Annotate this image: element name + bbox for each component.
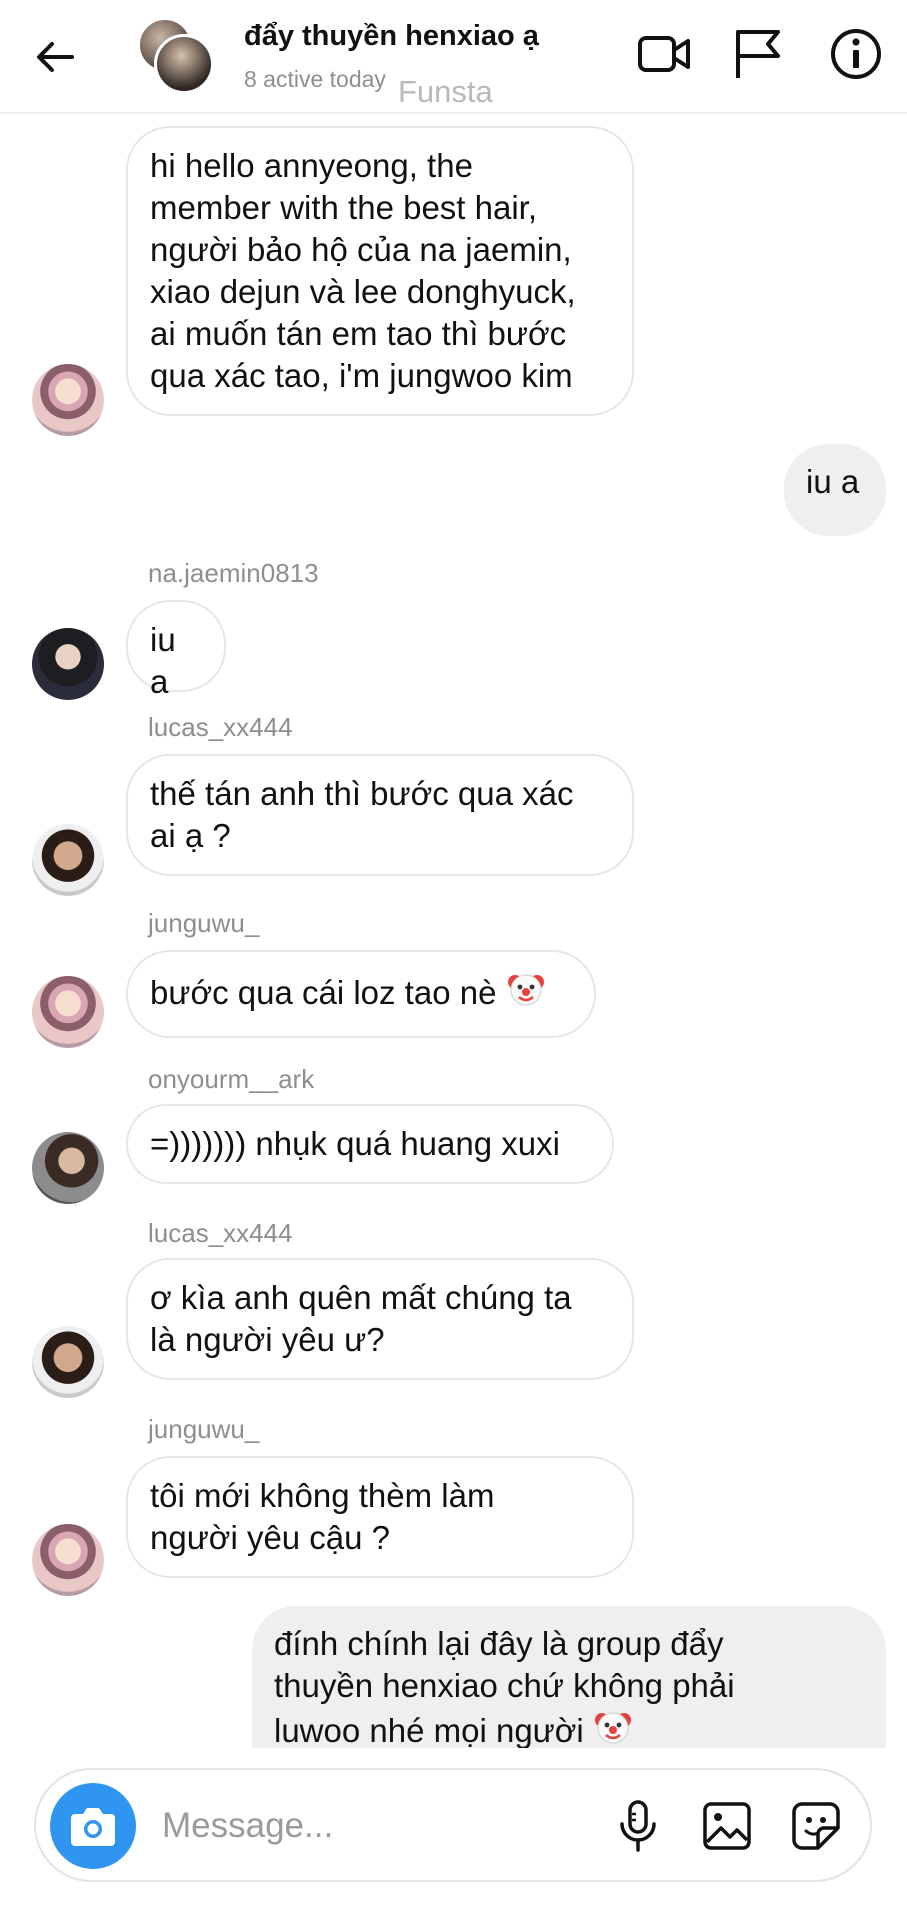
video-call-button[interactable] [636,26,692,82]
sender-username[interactable]: lucas_xx444 [148,1218,293,1249]
sender-avatar[interactable] [32,1326,104,1398]
message-bubble[interactable]: iu a [126,600,226,700]
sender-avatar[interactable] [32,364,104,436]
back-button[interactable] [30,32,80,82]
sender-username[interactable]: junguwu_ [148,1414,259,1445]
message-text: đính chính lại đây là group đẩy thuyền h… [274,1625,735,1749]
message-bubble[interactable]: tôi mới không thèm làm người yêu cậu ? [126,1456,634,1578]
video-camera-icon [638,36,690,72]
outgoing-message-bubble[interactable]: iu a [784,444,886,536]
group-avatar-front [154,34,214,94]
watermark-text: Funsta [398,74,493,109]
back-arrow-icon [37,42,74,72]
message-bubble[interactable]: thế tán anh thì bước qua xác ai ạ ? [126,754,634,876]
sender-avatar[interactable] [32,1524,104,1596]
message-bubble[interactable]: bước qua cái loz tao nè [126,950,596,1038]
composer-bar [34,1768,872,1882]
voice-message-button[interactable] [610,1798,666,1854]
info-icon [831,29,881,79]
chat-title[interactable]: đẩy thuyền henxiao ạ [244,20,539,53]
camera-icon [71,1808,115,1846]
chat-header: đẩy thuyền henxiao ạ 8 active today Funs… [0,0,907,114]
gallery-icon [703,1802,751,1850]
sender-avatar[interactable] [32,1132,104,1204]
sender-avatar[interactable] [32,628,104,700]
message-input[interactable] [160,1796,494,1856]
outgoing-message-bubble[interactable]: đính chính lại đây là group đẩy thuyền h… [252,1606,886,1766]
active-status: 8 active today [244,66,386,92]
group-avatar[interactable] [138,18,214,94]
message-bubble[interactable]: ơ kìa anh quên mất chúng ta là người yêu… [126,1258,634,1380]
message-composer [0,1748,907,1920]
info-button[interactable] [828,26,884,82]
sender-username[interactable]: na.jaemin0813 [148,558,319,589]
message-bubble[interactable]: =))))))) nhụk quá huang xuxi [126,1104,614,1184]
sender-username[interactable]: junguwu_ [148,908,259,939]
clown-face-icon [506,969,546,1019]
camera-button[interactable] [50,1783,136,1869]
flag-icon [736,30,780,78]
sender-avatar[interactable] [32,976,104,1048]
sticker-icon [792,1802,840,1850]
report-button[interactable] [730,26,786,82]
sticker-button[interactable] [788,1798,844,1854]
sender-avatar[interactable] [32,824,104,896]
sender-username[interactable]: lucas_xx444 [148,712,293,743]
sender-username[interactable]: onyourm__ark [148,1064,314,1095]
microphone-icon [620,1800,656,1852]
gallery-button[interactable] [699,1798,755,1854]
message-text: bước qua cái loz tao nè [150,974,497,1011]
message-bubble[interactable]: hi hello annyeong, the member with the b… [126,126,634,416]
